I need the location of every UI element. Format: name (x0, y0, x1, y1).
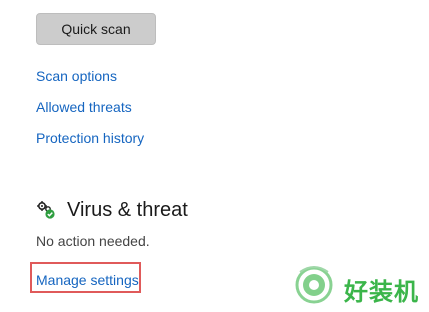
watermark-text: 好装机 (344, 278, 419, 306)
allowed-threats-link[interactable]: Allowed threats (36, 98, 132, 116)
scan-options-link[interactable]: Scan options (36, 67, 117, 85)
protection-history-link[interactable]: Protection history (36, 129, 144, 147)
virus-threat-settings-title: Virus & threat (67, 199, 188, 221)
gear-shield-icon (36, 200, 56, 220)
quick-scan-button[interactable]: Quick scan (36, 13, 156, 45)
status-text: No action needed. (36, 233, 150, 249)
manage-settings-link[interactable]: Manage settings (36, 271, 139, 289)
